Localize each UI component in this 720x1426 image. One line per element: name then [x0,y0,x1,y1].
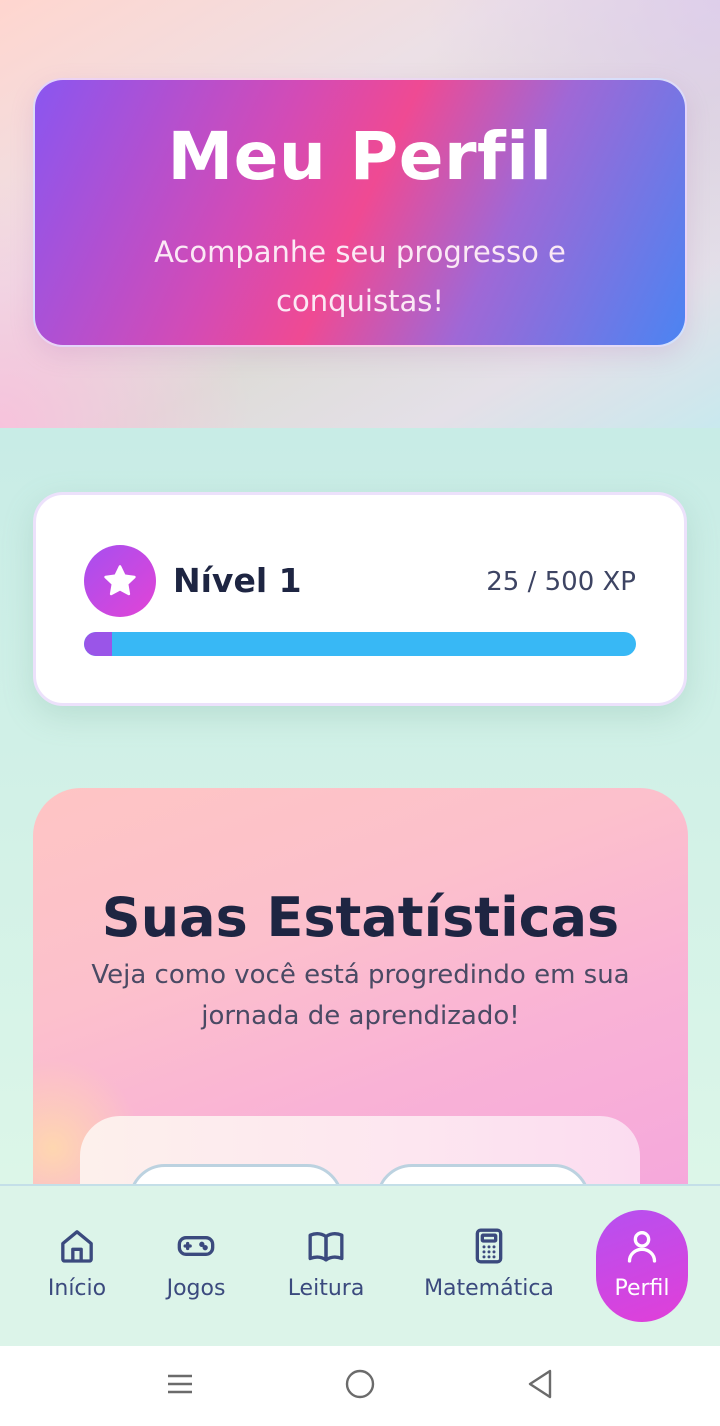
stats-title: Suas Estatísticas [101,886,620,949]
recent-apps-icon[interactable] [164,1368,196,1400]
xp-counter: 25 / 500 XP [486,567,636,597]
system-navigation-bar [0,1346,720,1426]
bottom-navigation: Início Jogos Leitura Matemática Perfil [0,1184,720,1346]
nav-item-perfil[interactable]: Perfil [596,1210,688,1322]
level-card: Nível 1 25 / 500 XP [33,492,687,706]
nav-label: Início [47,1276,107,1301]
calculator-icon [475,1228,503,1264]
level-label: Nível 1 [173,561,302,600]
stats-subtitle: Veja como você está progredindo em sua j… [91,960,630,1031]
star-icon [84,545,156,617]
page-title: Meu Perfil [167,118,553,195]
nav-label: Jogos [166,1276,226,1301]
stats-card: Suas Estatísticas Veja como você está pr… [33,788,688,1208]
nav-item-matematica[interactable]: Matemática [410,1210,568,1322]
page-subtitle: Acompanhe seu progresso e conquistas! [154,235,566,318]
nav-label: Matemática [424,1276,554,1301]
profile-header-card: Meu Perfil Acompanhe seu progresso e con… [33,78,687,347]
back-icon[interactable] [524,1368,556,1400]
xp-progress-fill [84,632,112,656]
book-icon [308,1232,344,1262]
nav-label: Leitura [287,1276,365,1301]
gamepad-icon [177,1236,215,1256]
nav-label: Perfil [614,1276,670,1301]
nav-item-jogos[interactable]: Jogos [148,1210,244,1322]
home-icon [61,1230,93,1263]
home-circle-icon[interactable] [344,1368,376,1400]
nav-item-inicio[interactable]: Início [30,1210,124,1322]
user-icon [627,1231,657,1263]
nav-item-leitura[interactable]: Leitura [272,1210,380,1322]
xp-progress-bar [84,632,636,656]
